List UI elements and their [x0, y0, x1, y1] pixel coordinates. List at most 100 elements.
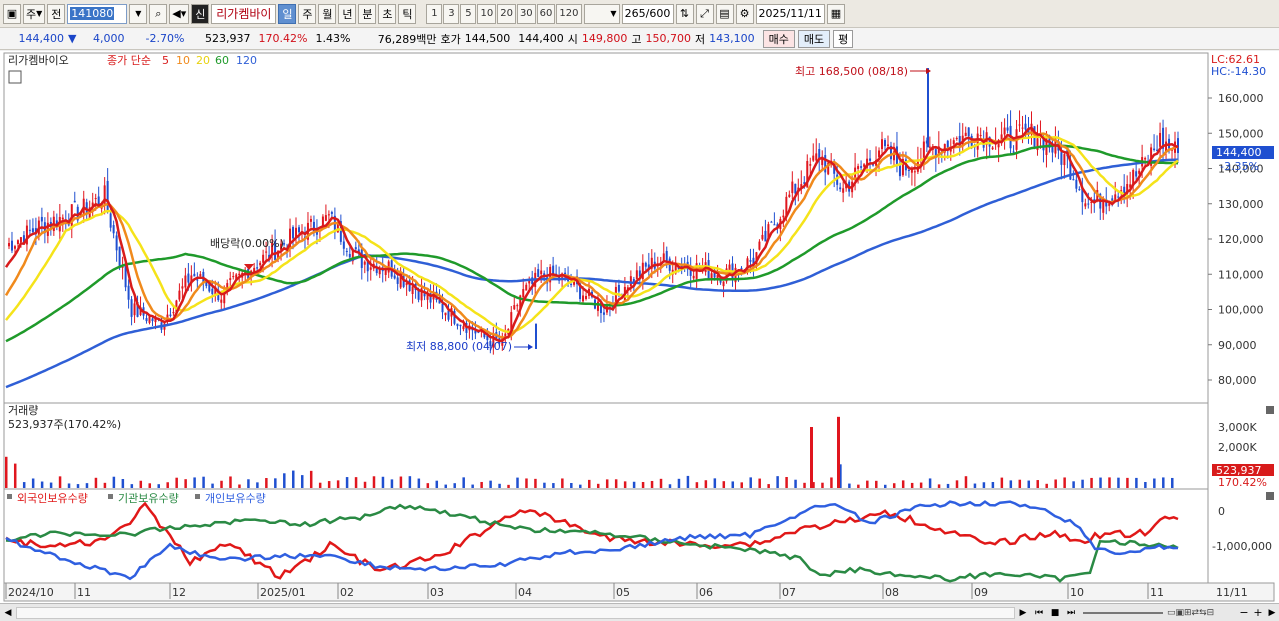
period-tab[interactable]: 년	[338, 3, 357, 24]
interval-tab[interactable]: 5	[460, 3, 477, 24]
volume-bar	[991, 482, 995, 488]
legend-bullet-icon	[7, 494, 12, 499]
stock-chart[interactable]: 리가켐바이오 종가 단순 5 10 20 60 120 LC:62.61 HC:…	[0, 51, 1279, 603]
panel-table-icon[interactable]	[8, 70, 22, 84]
candle-body	[384, 270, 387, 275]
candle-body	[447, 310, 450, 320]
scroll-first-icon[interactable]: ▶	[1015, 608, 1031, 618]
search-icon[interactable]: ⌕	[149, 3, 168, 24]
volume-bar	[937, 484, 941, 488]
scroll-left-icon[interactable]: ◀	[0, 608, 16, 618]
period-tab[interactable]: 주	[298, 3, 317, 24]
zoom-slider[interactable]	[1083, 611, 1163, 614]
settings-gear-icon[interactable]: ⚙	[735, 3, 754, 24]
volume-bar	[31, 478, 35, 488]
interval-tab[interactable]: 1	[426, 3, 443, 24]
period-tab[interactable]: 분	[358, 3, 377, 24]
volume-bar	[588, 479, 591, 488]
candle-body	[1135, 171, 1138, 177]
interval-tab[interactable]: 120	[556, 3, 582, 24]
volume-value-label: 523,937주(170.42%)	[8, 418, 121, 431]
save-icon[interactable]: ▤	[715, 3, 734, 24]
candle-body	[187, 273, 190, 283]
stock-code-input[interactable]: 141080	[67, 3, 128, 24]
rewind-icon[interactable]: ⏮	[1031, 608, 1047, 618]
type-select[interactable]: 주 ▼	[23, 3, 46, 24]
candle-body	[1060, 152, 1063, 165]
volume-bar	[345, 477, 349, 488]
x-tick-label: 10	[1070, 586, 1084, 599]
x-tick-label: 2025/01	[260, 586, 306, 599]
candle-body	[324, 215, 327, 221]
volume-bar	[534, 478, 537, 488]
candle-body	[1063, 154, 1066, 166]
interval-dropdown[interactable]: ▼	[583, 3, 620, 24]
interval-tab[interactable]: 30	[516, 3, 536, 24]
zoom-out-icon[interactable]: −	[1237, 606, 1251, 619]
price-panel-frame	[3, 52, 1209, 404]
candle-body	[1021, 127, 1024, 129]
period-tab[interactable]: 틱	[398, 3, 417, 24]
candle-body	[1003, 127, 1006, 135]
chart-window-icon[interactable]: ▣	[3, 3, 21, 24]
candle-body	[211, 288, 214, 294]
dropdown-arrow-icon[interactable]: ▼	[129, 3, 148, 24]
forward-icon[interactable]: ⏭	[1063, 608, 1079, 618]
volume-bar	[1171, 477, 1174, 488]
interval-tab[interactable]: 10	[477, 3, 497, 24]
chart-area[interactable]: 리가켐바이오 종가 단순 5 10 20 60 120 LC:62.61 HC:…	[0, 51, 1279, 603]
period-tab[interactable]: 초	[378, 3, 397, 24]
holding-panel-close-icon[interactable]	[1266, 492, 1274, 500]
volume-bar	[803, 482, 806, 488]
candle-body	[360, 249, 363, 268]
volume-bar	[112, 476, 116, 488]
calendar-icon[interactable]: ▦	[826, 3, 845, 24]
candle-body	[635, 270, 638, 279]
zoom-in-icon[interactable]: +	[1251, 606, 1265, 619]
date-input[interactable]: 2025/11/11	[755, 3, 825, 24]
period-tab[interactable]: 일	[278, 3, 297, 24]
volume-bar	[363, 481, 367, 488]
interval-tab[interactable]: 60	[536, 3, 556, 24]
volume-bar	[1135, 477, 1138, 488]
prev-button[interactable]: 전	[47, 3, 66, 24]
volume-bar	[1117, 477, 1120, 488]
chart-type-icon[interactable]: ▭▣⊞⇄⇆⊟	[1167, 608, 1237, 618]
count-input[interactable]: 265/600	[621, 3, 674, 24]
scroll-track[interactable]	[16, 606, 1015, 619]
candle-body	[232, 276, 235, 278]
sell-button[interactable]: 매도	[797, 29, 831, 48]
volume-title: 거래량	[8, 404, 38, 417]
scroll-right-icon[interactable]: ▶	[1265, 608, 1279, 618]
zoom-fit-icon[interactable]: ⤢	[695, 3, 714, 24]
buy-button[interactable]: 매수	[762, 29, 795, 48]
x-tick-label: 04	[518, 586, 532, 599]
legend-bullet-icon	[195, 494, 200, 499]
candle-body	[459, 324, 462, 327]
eval-button[interactable]: 평	[833, 29, 854, 48]
candle-body	[462, 326, 465, 330]
candle-body	[151, 318, 154, 322]
volume-bar	[1099, 477, 1102, 488]
candle-body	[369, 267, 372, 270]
candle-body	[145, 318, 148, 322]
legend-individual: 개인보유수량	[205, 492, 266, 505]
volume-bar	[866, 480, 869, 488]
volume-bar	[570, 482, 573, 488]
chart-tools-icon[interactable]: ⇅	[675, 3, 694, 24]
candle-body	[662, 253, 665, 261]
chart-scrollbar[interactable]: ◀ ▶ ⏮ ■ ⏭ ▭▣⊞⇄⇆⊟ − + ▶	[0, 603, 1279, 621]
candle-body	[262, 254, 265, 263]
stop-icon[interactable]: ■	[1047, 608, 1063, 618]
candle-body	[184, 275, 187, 288]
interval-tab[interactable]: 3	[443, 3, 460, 24]
volume-panel-close-icon[interactable]	[1266, 406, 1274, 414]
speaker-icon[interactable]: ◀▾	[169, 3, 190, 24]
volume-bar	[928, 478, 932, 488]
interval-tab[interactable]: 20	[497, 3, 516, 24]
candle-body	[749, 260, 752, 262]
candle-body	[411, 286, 414, 294]
x-tick-label: 03	[430, 586, 444, 599]
period-tab[interactable]: 월	[318, 3, 337, 24]
volume-bar	[516, 477, 519, 488]
